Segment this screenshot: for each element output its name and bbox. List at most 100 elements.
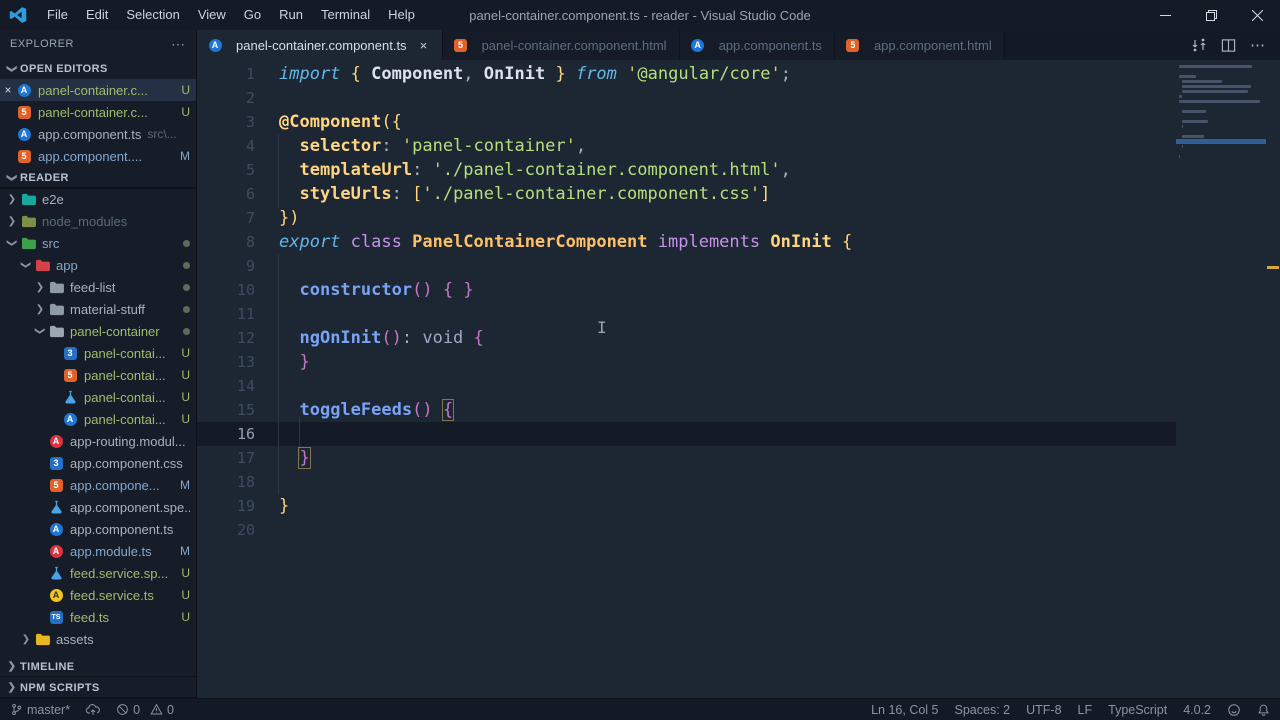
status-spaces-2[interactable]: Spaces: 2 [955, 699, 1011, 720]
chevron-right-icon: ❯ [35, 303, 45, 315]
section-timeline[interactable]: ❯ TIMELINE [0, 656, 196, 677]
folder-section-header[interactable]: ❯ READER [0, 167, 196, 188]
git-branch-status[interactable]: master* [10, 699, 70, 720]
tree-item-feed.ts[interactable]: TS feed.ts U [0, 606, 196, 628]
errors-icon [117, 704, 128, 715]
code-text: import { Component, OnInit } from '@angu… [279, 64, 791, 84]
explorer-title: EXPLORER [10, 38, 74, 50]
menu-view[interactable]: View [189, 0, 235, 30]
code-text: export class PanelContainerComponent imp… [279, 232, 853, 252]
code-editor[interactable]: 1 import { Component, OnInit } from '@ang… [197, 60, 1280, 698]
tree-item-feed.service.ts[interactable]: Afeed.service.ts U [0, 584, 196, 606]
tree-item-nodemodules[interactable]: ❯ node_modules [0, 210, 196, 232]
menu-file[interactable]: File [38, 0, 77, 30]
restore-button[interactable] [1188, 0, 1234, 30]
tree-item-label: feed.service.ts [70, 587, 154, 603]
angular-yellow-icon: A [48, 587, 64, 603]
status-typescript[interactable]: TypeScript [1108, 699, 1167, 720]
status-4-0-2[interactable]: 4.0.2 [1183, 699, 1211, 720]
tree-item-label: src [42, 235, 60, 251]
tree-item-panel-contai...[interactable]: 3 panel-contai... U [0, 342, 196, 364]
menu-run[interactable]: Run [270, 0, 312, 30]
code-text: }) [279, 208, 300, 228]
angular-blue-icon: A [16, 126, 32, 142]
tree-item-label: feed-list [70, 279, 116, 295]
menu-go[interactable]: Go [235, 0, 270, 30]
git-status-badge: U [181, 368, 190, 382]
explorer-more-actions-icon[interactable]: ⋯ [171, 36, 186, 53]
tab-app.component.ts[interactable]: Aapp.component.ts [679, 30, 835, 60]
status-ln-16-col-5[interactable]: Ln 16, Col 5 [871, 699, 938, 720]
css-icon: 3 [62, 345, 78, 361]
angular-blue-icon: A [207, 37, 223, 53]
tab-panel-container.component.html[interactable]: 5 panel-container.component.html [442, 30, 680, 60]
tree-item-feed-list[interactable]: ❯ feed-list [0, 276, 196, 298]
status-lf[interactable]: LF [1078, 699, 1093, 720]
open-editor-item[interactable]: 5 app.component.... M [0, 145, 196, 167]
menu-terminal[interactable]: Terminal [312, 0, 379, 30]
section-npm-scripts[interactable]: ❯ NPM SCRIPTS [0, 677, 196, 698]
tab-panel-container.component.ts[interactable]: Apanel-container.component.ts × [197, 30, 443, 60]
tree-item-src[interactable]: ❯ src [0, 232, 196, 254]
tree-item-e2e[interactable]: ❯ e2e [0, 188, 196, 210]
minimize-button[interactable] [1142, 0, 1188, 30]
open-editors-header[interactable]: ❯ OPEN EDITORS [0, 58, 196, 79]
minimap-line [1179, 95, 1182, 98]
close-window-button[interactable] [1234, 0, 1280, 30]
close-tab-icon[interactable]: × [416, 38, 432, 53]
open-editor-item[interactable]: 5 panel-container.c... U [0, 101, 196, 123]
more-actions-icon[interactable]: ⋯ [1250, 36, 1266, 54]
open-editor-item[interactable]: × Apanel-container.c... U [0, 79, 196, 101]
minimap-line [1181, 110, 1207, 113]
tree-item-panel-contai...[interactable]: Apanel-contai... U [0, 408, 196, 430]
problems-status[interactable]: 0 0 [116, 699, 174, 720]
tree-item-feed.service.sp...[interactable]: feed.service.sp... U [0, 562, 196, 584]
minimap-line [1181, 80, 1223, 83]
status-utf-8[interactable]: UTF-8 [1026, 699, 1061, 720]
editor-actions: ⋯ [1177, 30, 1280, 60]
tree-item-material-stuff[interactable]: ❯ material-stuff [0, 298, 196, 320]
open-editor-label: app.component.ts [38, 126, 142, 142]
minimap-current-line [1176, 139, 1266, 144]
tree-item-panel-contai...[interactable]: 5 panel-contai... U [0, 364, 196, 386]
git-status-badge: U [181, 346, 190, 360]
tree-item-panel-contai...[interactable]: panel-contai... U [0, 386, 196, 408]
editor-scrollbar[interactable] [1266, 60, 1280, 698]
title-bar: File Edit Selection View Go Run Terminal Help p… [0, 0, 1280, 30]
close-editor-icon[interactable]: × [0, 83, 16, 97]
chevron-down-icon: ❯ [20, 260, 32, 270]
code-line-1: 1 import { Component, OnInit } from '@ang… [197, 62, 1280, 86]
code-line-6: 6 styleUrls: ['./panel-container.compone… [197, 182, 1280, 206]
split-editor-icon[interactable] [1221, 38, 1236, 53]
open-editor-item[interactable]: Aapp.component.ts src\... [0, 123, 196, 145]
tree-item-app[interactable]: ❯ app [0, 254, 196, 276]
tree-item-app-routing.modul...[interactable]: Aapp-routing.modul... [0, 430, 196, 452]
tab-app.component.html[interactable]: 5 app.component.html [834, 30, 1005, 60]
open-changes-icon[interactable] [1191, 37, 1207, 53]
minimap[interactable] [1176, 60, 1266, 698]
menu-help[interactable]: Help [379, 0, 424, 30]
notifications-bell-icon[interactable] [1257, 699, 1270, 720]
tree-item-app.component.ts[interactable]: Aapp.component.ts [0, 518, 196, 540]
code-line-7: 7}) [197, 206, 1280, 230]
sync-changes-button[interactable] [86, 699, 100, 720]
tree-item-assets[interactable]: ❯ assets [0, 628, 196, 650]
tree-item-app.component.css[interactable]: 3 app.component.css [0, 452, 196, 474]
tree-item-app.module.ts[interactable]: Aapp.module.ts M [0, 540, 196, 562]
feedback-icon[interactable] [1227, 699, 1241, 720]
menu-selection[interactable]: Selection [117, 0, 188, 30]
menu-edit[interactable]: Edit [77, 0, 117, 30]
minimap-line [1181, 125, 1184, 128]
line-number: 4 [245, 137, 255, 155]
tree-item-app.component.spe...[interactable]: app.component.spe... [0, 496, 196, 518]
tree-item-app.compone...[interactable]: 5 app.compone... M [0, 474, 196, 496]
tree-item-panel-container[interactable]: ❯ panel-container [0, 320, 196, 342]
code-text: @Component({ [279, 112, 402, 132]
css-icon: 3 [48, 455, 64, 471]
code-text: } [279, 496, 290, 516]
git-status-badge: U [181, 566, 190, 580]
code-line-2: 2 [197, 86, 1280, 110]
tree-item-label: panel-contai... [84, 411, 166, 427]
